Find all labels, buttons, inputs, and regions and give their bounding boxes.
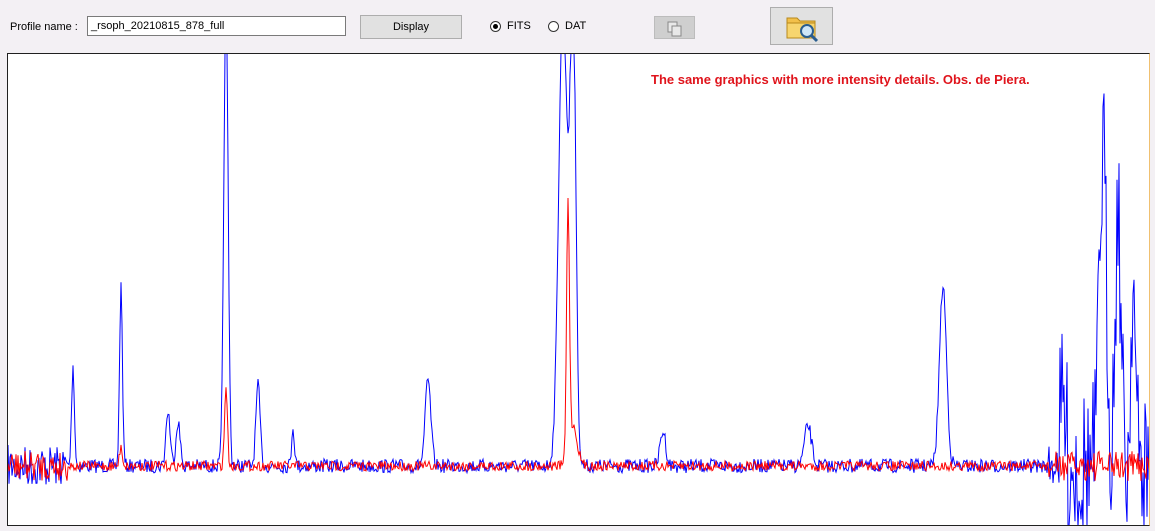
dat-radio[interactable]: DAT	[548, 20, 586, 32]
fits-radio-label: FITS	[507, 20, 531, 32]
spectrum-plot: The same graphics with more intensity de…	[7, 53, 1150, 526]
dat-radio-dot[interactable]	[548, 20, 559, 32]
open-folder-button[interactable]	[770, 7, 833, 45]
folder-search-icon	[786, 17, 819, 43]
spectrum-chart	[8, 54, 1149, 525]
dat-radio-label: DAT	[565, 20, 587, 32]
plot-annotation: The same graphics with more intensity de…	[651, 72, 1030, 87]
toolbar: Profile name : _rsoph_20210815_878_full …	[0, 0, 1155, 52]
copy-icon	[667, 21, 682, 37]
copy-button[interactable]	[654, 16, 695, 39]
fits-radio[interactable]: FITS	[490, 20, 531, 32]
fits-radio-dot[interactable]	[490, 20, 501, 32]
display-button[interactable]: Display	[360, 15, 462, 39]
profile-name-label: Profile name :	[10, 21, 78, 33]
red-spectrum-line	[8, 197, 1149, 481]
profile-name-input[interactable]: _rsoph_20210815_878_full	[87, 16, 346, 36]
